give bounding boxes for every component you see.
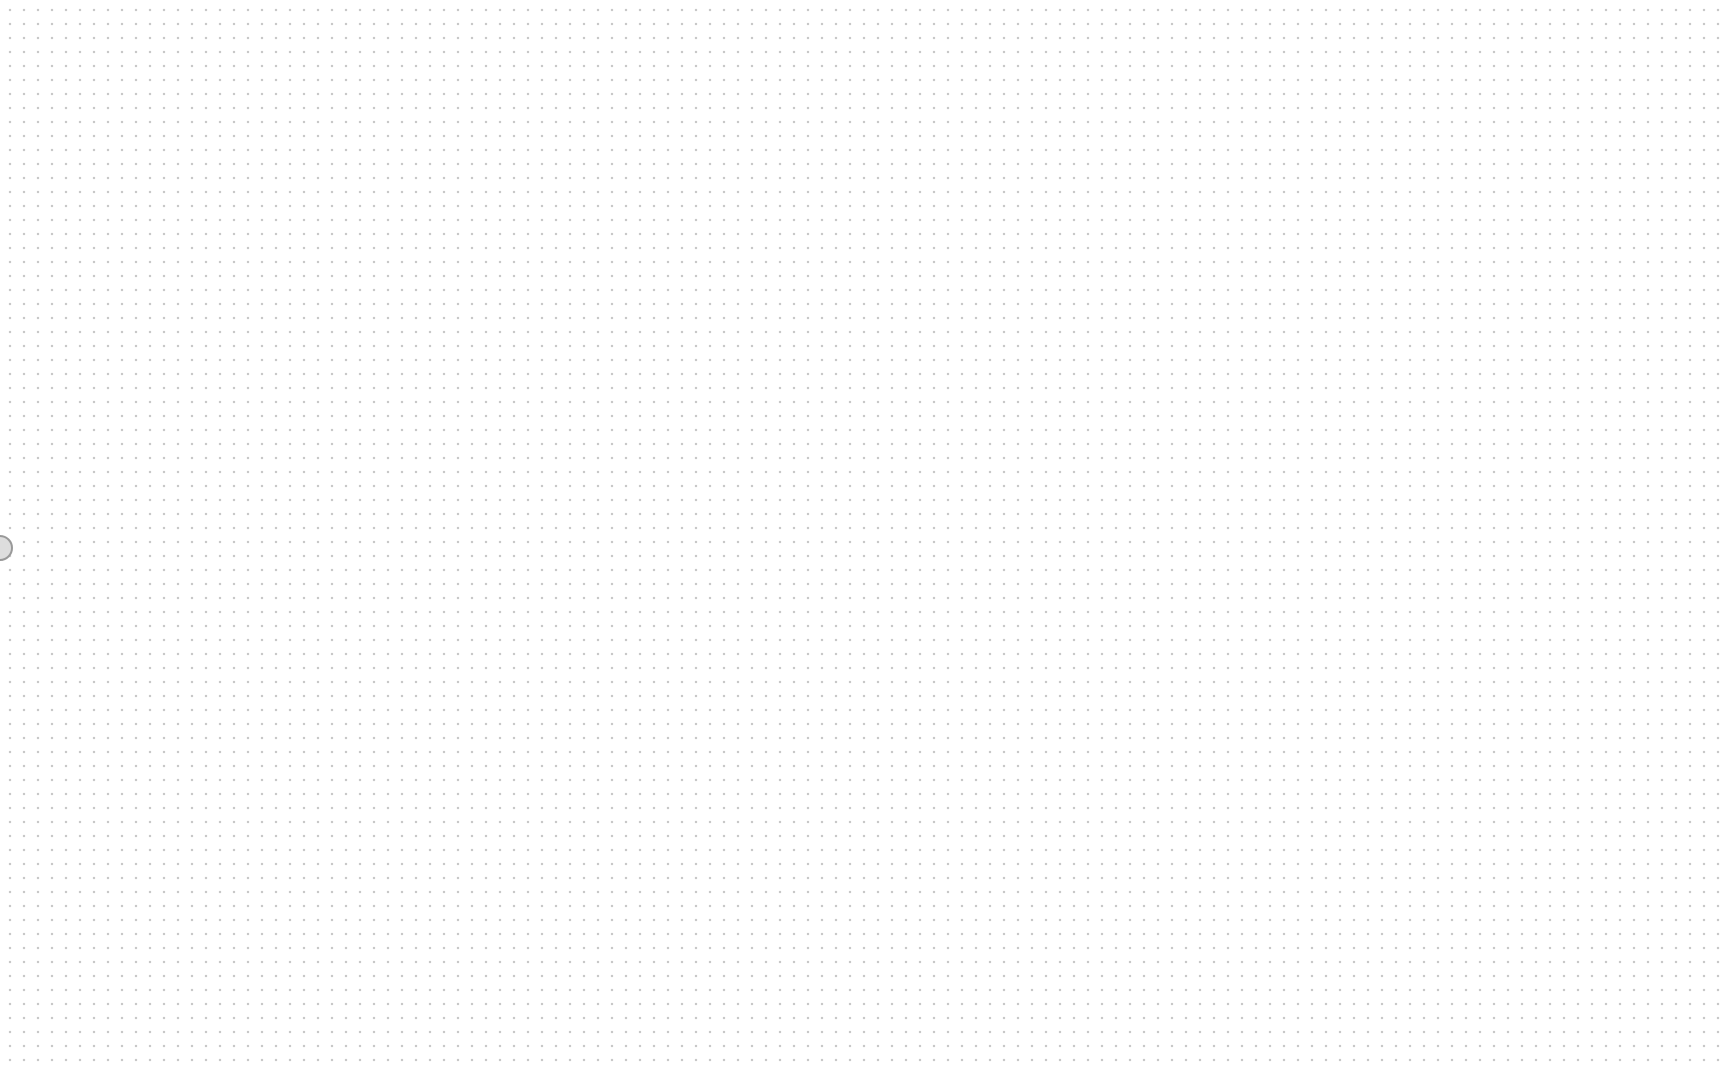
offscreen-element	[0, 535, 13, 561]
logic-editor-canvas[interactable]	[0, 0, 1723, 1069]
